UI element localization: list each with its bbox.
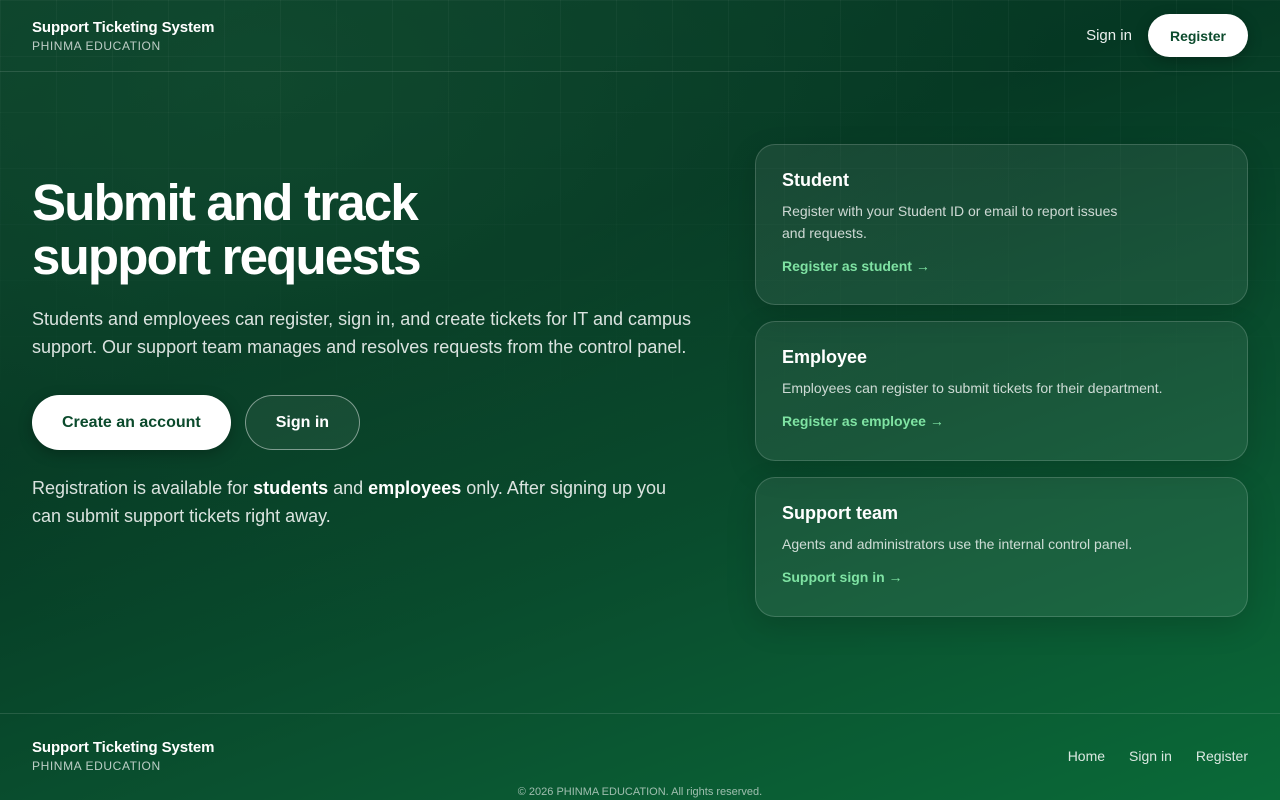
page-footer: Support Ticketing System PHINMA EDUCATIO… — [0, 713, 1280, 800]
register-student-link[interactable]: Register as student → — [782, 258, 930, 274]
hero-section: Submit and track support requests Studen… — [32, 176, 692, 530]
footer-signin-link[interactable]: Sign in — [1129, 748, 1172, 764]
footer-brand: Support Ticketing System PHINMA EDUCATIO… — [32, 739, 214, 773]
hero-title-line2: support requests — [32, 228, 422, 285]
student-card-title: Student — [782, 170, 849, 190]
support-team-card-description: Agents and administrators use the intern… — [782, 536, 1133, 552]
header-brand: Support Ticketing System PHINMA EDUCATIO… — [32, 19, 214, 53]
employee-card: Employee Employees can register to submi… — [755, 321, 1248, 461]
header-register-button[interactable]: Register — [1147, 14, 1248, 57]
brand-subtitle: PHINMA EDUCATION — [32, 38, 161, 53]
note-employees: employees — [368, 478, 462, 498]
support-signin-link[interactable]: Support sign in → — [782, 569, 903, 585]
header-signin-link[interactable]: Sign in — [1086, 27, 1132, 44]
employee-card-description: Employees can register to submit tickets… — [782, 380, 1163, 396]
copyright-text: © 2026 PHINMA EDUCATION. All rights rese… — [517, 786, 763, 798]
footer-register-link[interactable]: Register — [1196, 748, 1248, 764]
support-team-card-title: Support team — [782, 503, 899, 523]
hero-title-line1: Submit and track — [32, 174, 419, 231]
note-and: and — [328, 478, 369, 498]
student-card: Student Register with your Student ID or… — [755, 144, 1248, 305]
top-header: Support Ticketing System PHINMA EDUCATIO… — [0, 0, 1280, 72]
hero-lead: Students and employees can register, sig… — [32, 309, 692, 357]
note-prefix: Registration is available for — [32, 478, 254, 498]
note-students: students — [253, 478, 329, 498]
brand-title: Support Ticketing System — [32, 18, 215, 36]
footer-brand-title: Support Ticketing System — [32, 739, 215, 756]
support-team-card: Support team Agents and administrators u… — [755, 477, 1248, 617]
student-card-description: Register with your Student ID or email t… — [782, 203, 1118, 241]
employee-card-title: Employee — [782, 347, 868, 367]
hero-actions: Create an account Sign in — [32, 395, 692, 450]
hero-signin-button[interactable]: Sign in — [244, 395, 361, 450]
footer-home-link[interactable]: Home — [1068, 748, 1105, 764]
footer-nav: Home Sign in Register — [1068, 748, 1248, 764]
create-account-button[interactable]: Create an account — [32, 395, 231, 450]
register-employee-link[interactable]: Register as employee → — [782, 413, 944, 429]
hero-title: Submit and track support requests — [32, 176, 472, 284]
footer-brand-subtitle: PHINMA EDUCATION — [32, 759, 161, 773]
header-nav: Sign in Register — [1086, 14, 1248, 57]
registration-note: Registration is available for students a… — [32, 474, 672, 530]
role-cards: Student Register with your Student ID or… — [755, 144, 1248, 633]
